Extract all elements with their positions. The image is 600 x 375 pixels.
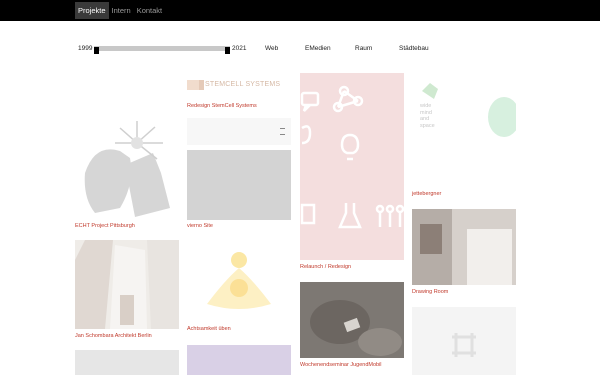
main-nav: Projekte Intern Kontakt	[75, 2, 165, 19]
project-caption-stemcell[interactable]: Redesign StemCell Systems	[187, 103, 257, 109]
filter-web[interactable]: Web	[265, 45, 278, 52]
project-tile-col1-row3[interactable]	[75, 350, 179, 375]
project-caption-drawing-room[interactable]: Drawing Room	[412, 289, 448, 295]
project-tile-col2-row4[interactable]	[187, 345, 291, 375]
project-tile-achtsamkeit[interactable]	[187, 240, 291, 322]
project-caption-vierno[interactable]: vierno Site	[187, 223, 213, 229]
filter-raum[interactable]: Raum	[355, 45, 372, 52]
project-tile-jettebergner[interactable]: wide mind and space	[412, 73, 516, 187]
nav-projekte[interactable]: Projekte	[75, 2, 109, 19]
project-caption-relaunch[interactable]: Relaunch / Redesign	[300, 264, 351, 270]
architecture-photo	[75, 240, 179, 329]
stemcell-menu-preview	[187, 118, 291, 145]
project-tile-wochenend[interactable]	[300, 282, 404, 358]
drawing-room-photo	[412, 209, 516, 285]
filter-emedien[interactable]: EMedien	[305, 45, 331, 52]
seminar-photo	[300, 282, 404, 358]
nav-intern[interactable]: Intern	[109, 2, 134, 19]
project-caption-echt[interactable]: ECHT Project Pittsburgh	[75, 223, 135, 229]
filter-staedtebau[interactable]: Städtebau	[399, 45, 429, 52]
range-end-label: 2021	[232, 45, 247, 52]
jettebergner-logo-icon	[422, 83, 516, 137]
project-tile-col4-row3[interactable]	[412, 307, 516, 375]
project-tile-echt[interactable]	[75, 113, 179, 220]
project-caption-achtsamkeit[interactable]: Achtsamkeit üben	[187, 326, 231, 332]
nav-kontakt[interactable]: Kontakt	[134, 2, 165, 19]
project-caption-jettebergner[interactable]: jettebergner	[412, 191, 441, 197]
range-start-label: 1999	[78, 45, 93, 52]
project-caption-schombara[interactable]: Jan Schombara Architekt Berlin	[75, 333, 152, 339]
hamburger-icon	[280, 128, 285, 135]
project-caption-wochenend[interactable]: Wochenendseminar JugendMobil	[300, 362, 382, 368]
top-navigation-bar: Projekte Intern Kontakt	[0, 0, 600, 21]
welder-illustration-icon	[84, 121, 170, 217]
project-tile-relaunch[interactable]	[300, 73, 404, 260]
project-tile-stemcell[interactable]: STEMCELL SYSTEMS	[187, 73, 291, 100]
stemcell-logo-text: STEMCELL SYSTEMS	[205, 81, 281, 88]
project-tile-drawing-room[interactable]	[412, 209, 516, 285]
relaunch-icon-grid	[300, 85, 404, 229]
command-symbol-icon	[452, 333, 476, 357]
meditation-figure-icon	[207, 252, 271, 309]
project-tile-vierno[interactable]	[187, 150, 291, 220]
jettebergner-tagline: wide mind and space	[420, 103, 435, 129]
range-end-handle[interactable]	[225, 47, 230, 54]
range-track[interactable]	[94, 46, 230, 54]
project-tile-schombara[interactable]	[75, 240, 179, 329]
range-start-handle[interactable]	[94, 47, 99, 54]
